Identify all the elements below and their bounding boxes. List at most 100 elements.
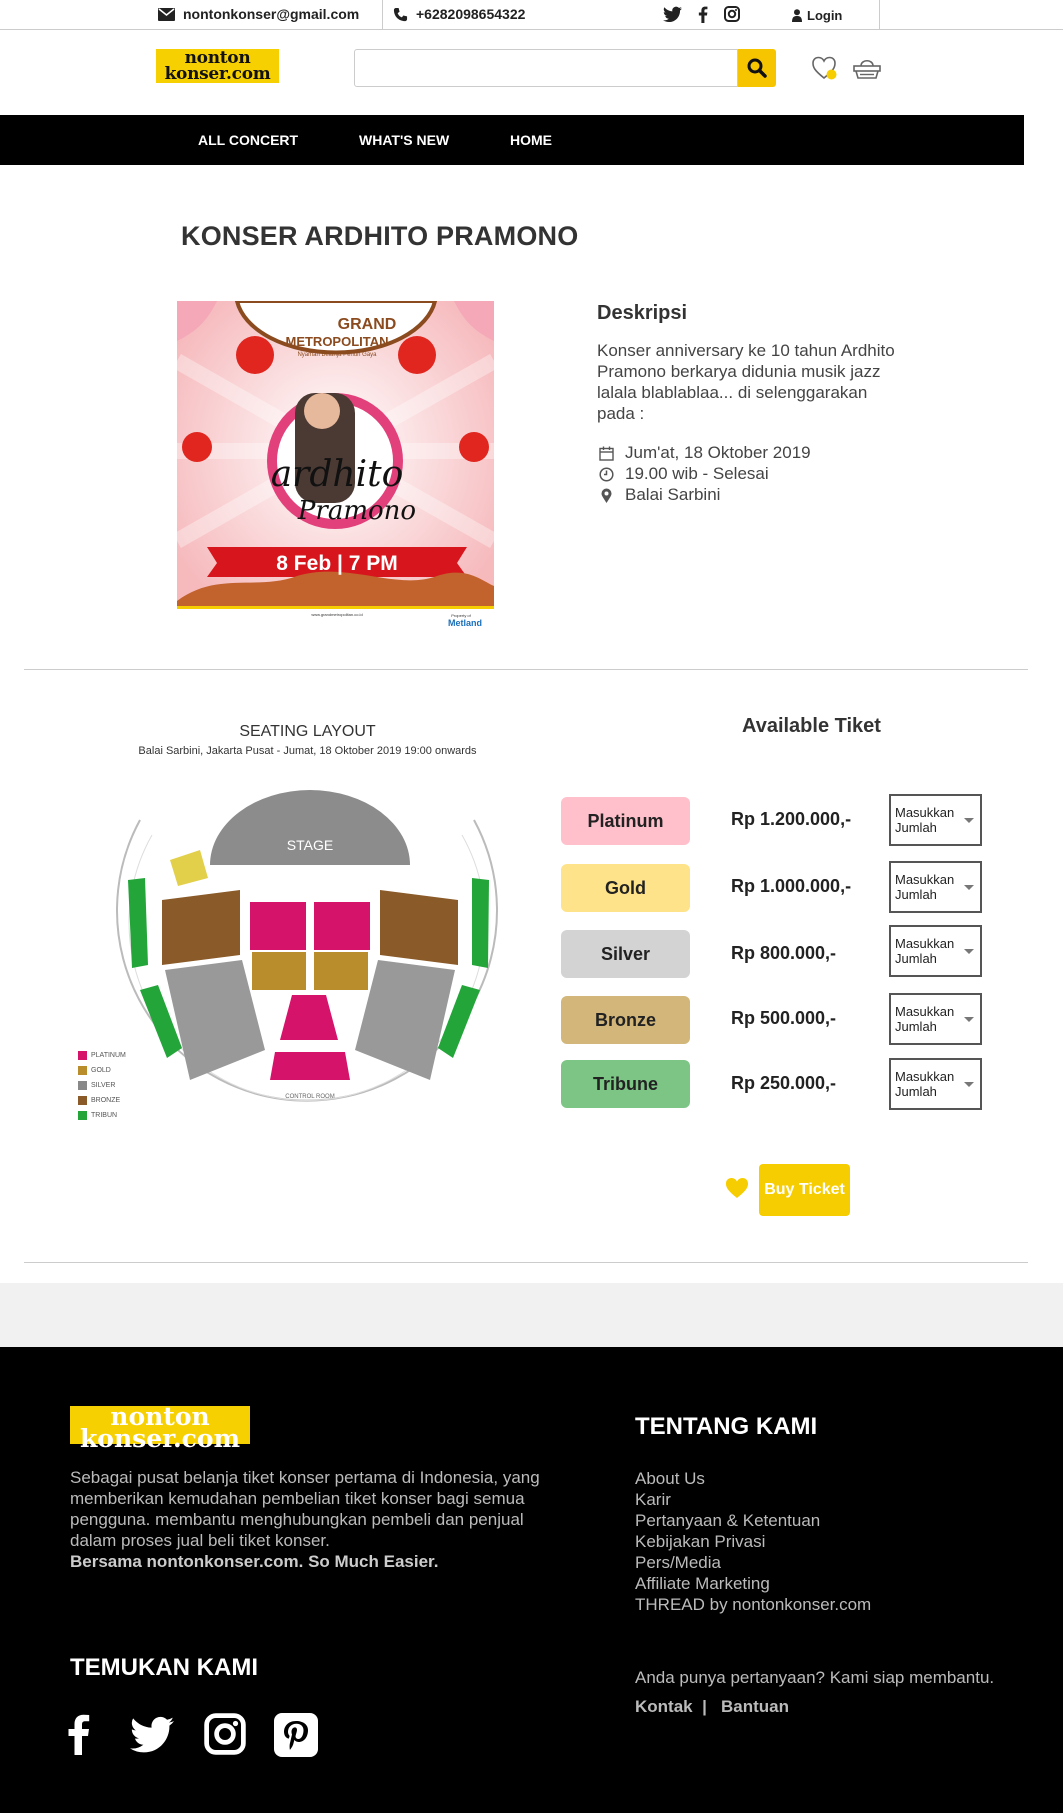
tier-silver: Silver	[561, 930, 690, 978]
legend-label: GOLD	[91, 1067, 111, 1074]
divider	[24, 1262, 1028, 1263]
control-room-label: CONTROL ROOM	[285, 1094, 334, 1100]
search-button[interactable]	[738, 49, 776, 87]
tier-bronze: Bronze	[561, 996, 690, 1044]
facebook-icon[interactable]	[68, 1713, 90, 1755]
tier-platinum: Platinum	[561, 797, 690, 845]
wishlist-heart-icon[interactable]	[812, 56, 838, 81]
quantity-select-gold[interactable]: Masukkan Jumlah	[889, 861, 982, 913]
basket-icon[interactable]	[853, 57, 881, 79]
divider	[382, 0, 383, 30]
footer-link[interactable]: THREAD by nontonkonser.com	[635, 1594, 871, 1615]
separator: |	[697, 1697, 722, 1716]
event-poster: GRAND METROPOLITAN Nyaman Belanja Penuh …	[177, 301, 494, 631]
spacer-band	[0, 1283, 1063, 1347]
login-link[interactable]: Login	[792, 8, 842, 23]
footer-find-heading: TEMUKAN KAMI	[70, 1654, 258, 1681]
event-venue-text: Balai Sarbini	[625, 485, 721, 504]
legend-swatch	[78, 1111, 87, 1120]
contact-phone[interactable]: +6282098654322	[393, 6, 525, 22]
calendar-icon	[598, 446, 614, 461]
quantity-select-bronze[interactable]: Masukkan Jumlah	[889, 993, 982, 1045]
logo-line-2: konser.com	[164, 64, 271, 84]
footer-about-text: Sebagai pusat belanja tiket konser perta…	[70, 1468, 540, 1550]
instagram-icon[interactable]	[724, 6, 740, 22]
legend-label: TRIBUN	[91, 1112, 118, 1119]
footer-tagline: Bersama nontonkonser.com. So Much Easier…	[70, 1552, 439, 1571]
chevron-down-icon	[964, 884, 974, 890]
pinterest-icon[interactable]	[274, 1713, 318, 1757]
footer-question: Anda punya pertanyaan? Kami siap membant…	[635, 1668, 995, 1687]
social-links-top	[663, 6, 740, 23]
poster-tagline: Nyaman Belanja Penuh Gaya	[297, 352, 377, 358]
quantity-select-platinum[interactable]: Masukkan Jumlah	[889, 794, 982, 846]
login-label: Login	[807, 8, 843, 23]
help-link[interactable]: Bantuan	[721, 1697, 789, 1716]
price-bronze: Rp 500.000,-	[731, 1008, 837, 1028]
search-input[interactable]	[354, 49, 738, 87]
quantity-select-tribune[interactable]: Masukkan Jumlah	[889, 1058, 982, 1110]
poster-brand-2: METROPOLITAN	[285, 334, 388, 349]
quantity-placeholder: Masukkan Jumlah	[895, 1069, 955, 1099]
poster-brand-1: GRAND	[338, 316, 397, 333]
poster-url: www.grandmetropolitan.co.id	[311, 612, 362, 617]
poster-artist-1: ardhito	[271, 454, 404, 495]
chevron-down-icon	[964, 817, 974, 823]
footer-links: About Us Karir Pertanyaan & Ketentuan Ke…	[635, 1468, 871, 1615]
footer-contact-links: Kontak | Bantuan	[635, 1697, 789, 1717]
footer-link[interactable]: Affiliate Marketing	[635, 1573, 871, 1594]
footer-link[interactable]: Pertanyaan & Ketentuan	[635, 1510, 871, 1531]
map-pin-icon	[601, 488, 611, 503]
seating-title: SEATING LAYOUT	[239, 723, 376, 740]
phone-text: +6282098654322	[416, 6, 526, 22]
quantity-select-silver[interactable]: Masukkan Jumlah	[889, 925, 982, 977]
top-bar: nontonkonser@gmail.com +6282098654322 Lo…	[0, 0, 1063, 30]
footer-link[interactable]: Pers/Media	[635, 1552, 871, 1573]
page-title: KONSER ARDHITO PRAMONO	[181, 221, 579, 251]
quantity-placeholder: Masukkan Jumlah	[895, 1004, 955, 1034]
chevron-down-icon	[964, 948, 974, 954]
stage-label: STAGE	[287, 837, 333, 853]
stage-shape	[210, 790, 410, 865]
contact-email[interactable]: nontonkonser@gmail.com	[158, 6, 359, 22]
nav-all-concert[interactable]: ALL CONCERT	[198, 132, 298, 148]
event-time: 19.00 wib - Selesai	[597, 464, 769, 484]
footer-about: Sebagai pusat belanja tiket konser perta…	[70, 1467, 570, 1572]
site-logo[interactable]: nonton konser.com	[156, 49, 279, 83]
seating-subtitle: Balai Sarbini, Jakarta Pusat - Jumat, 18…	[138, 745, 477, 757]
footer-link[interactable]: Karir	[635, 1489, 871, 1510]
chevron-down-icon	[964, 1081, 974, 1087]
footer-logo[interactable]: nonton konser.com	[70, 1404, 250, 1451]
nav-home[interactable]: HOME	[510, 132, 552, 148]
tier-tribune: Tribune	[561, 1060, 690, 1108]
price-platinum: Rp 1.200.000,-	[731, 809, 852, 829]
poster-artist-2: Pramono	[297, 496, 416, 526]
clock-icon	[598, 466, 614, 482]
phone-icon	[393, 7, 408, 21]
footer-logo-line-2: konser.com	[79, 1424, 241, 1453]
facebook-icon[interactable]	[698, 6, 708, 23]
nav-whats-new[interactable]: WHAT'S NEW	[359, 132, 449, 148]
footer-link[interactable]: About Us	[635, 1468, 871, 1489]
quantity-placeholder: Masukkan Jumlah	[895, 936, 955, 966]
poster-banner: 8 Feb | 7 PM	[276, 552, 397, 575]
legend-label: SILVER	[91, 1082, 116, 1089]
twitter-icon[interactable]	[130, 1716, 174, 1754]
email-text: nontonkonser@gmail.com	[183, 6, 360, 22]
legend-label: BRONZE	[91, 1097, 121, 1104]
instagram-icon[interactable]	[204, 1713, 246, 1755]
available-ticket-heading: Available Tiket	[742, 715, 881, 737]
footer-link[interactable]: Kebijakan Privasi	[635, 1531, 871, 1552]
footer-about-heading: TENTANG KAMI	[635, 1413, 818, 1440]
twitter-icon[interactable]	[663, 6, 682, 23]
buy-ticket-button[interactable]: Buy Ticket	[759, 1164, 850, 1216]
seating-map: STAGE CONTROL ROOM	[116, 790, 498, 1102]
description-heading: Deskripsi	[597, 302, 688, 324]
search-icon	[747, 58, 767, 78]
envelope-icon	[158, 7, 175, 21]
contact-link[interactable]: Kontak	[635, 1697, 693, 1716]
price-gold: Rp 1.000.000,-	[731, 876, 852, 896]
legend-swatch	[78, 1096, 87, 1105]
wishlist-heart-icon[interactable]	[725, 1177, 749, 1199]
legend-label: PLATINUM	[91, 1052, 126, 1059]
